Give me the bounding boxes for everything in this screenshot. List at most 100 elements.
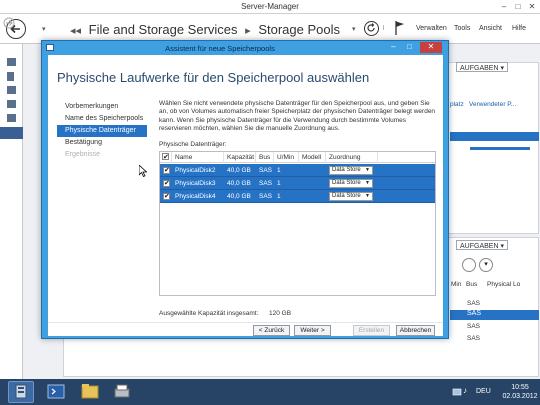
nav-step-preliminaries[interactable]: Vorbemerkungen [57,101,147,113]
clock-time: 10:55 [511,384,529,391]
taskbar-powershell-icon[interactable] [44,381,70,403]
notifications-flag-icon[interactable] [394,20,406,36]
disk-name: PhysicalDisk2 [175,167,216,174]
sidebar-local-server-icon[interactable] [7,72,14,81]
column-header-rpm[interactable]: Min [451,281,461,288]
wizard-titlebar: Assistent für neue Speicherpools – □ ✕ [42,41,448,55]
tasks-dropdown-bottom[interactable]: AUFGABEN ▾ [456,240,508,250]
disk-checkbox[interactable] [163,179,170,187]
next-button[interactable]: Weiter > [294,325,331,336]
nav-step-results: Ergebnisse [65,151,101,158]
breadcrumb-dropdown-icon[interactable]: ▾ [352,25,356,33]
wizard-description: Wählen Sie nicht verwendete physische Da… [159,100,436,133]
disk-checkbox[interactable] [163,166,170,174]
menu-ansicht[interactable]: Ansicht [479,25,502,32]
wizard-body: Physische Laufwerke für den Speicherpool… [48,55,443,336]
column-header-name[interactable]: Name [172,152,224,163]
filter-view-button[interactable] [462,258,476,272]
assignment-select[interactable]: Data Store ▼ [329,166,373,175]
disk-row-selected[interactable]: SAS [450,310,539,320]
sidebar-all-servers-icon[interactable] [7,86,16,94]
cancel-button[interactable]: Abbrechen [396,325,435,336]
disk-rpm: 1 [277,193,281,200]
column-header-assignment[interactable]: Zuordnung [326,152,378,163]
table-header: Name Kapazität Bus U/Min Modell Zuordnun… [160,152,435,163]
menu-verwalten[interactable]: Verwalten [416,25,447,32]
column-header-used[interactable]: Verwendeter P... [469,101,516,108]
column-header-space[interactable]: platz [450,101,464,108]
taskbar-printer-icon[interactable] [110,381,136,403]
close-button[interactable]: ✕ [525,1,539,12]
nav-step-confirmation[interactable]: Bestätigung [57,137,147,149]
clock[interactable]: 10:55 02.03.2012 [500,383,540,401]
back-button[interactable]: < Zurück [253,325,290,336]
sidebar [0,44,23,379]
column-header-bus[interactable]: Bus [256,152,274,163]
volume-icon[interactable]: ♪ [463,386,473,396]
column-header-rpm[interactable]: U/Min [274,152,299,163]
disk-checkbox[interactable] [163,192,170,200]
breadcrumb-prefix-icon: ◂◂ [70,25,82,37]
clock-date: 02.03.2012 [502,393,538,400]
menu-tools[interactable]: Tools [454,25,470,32]
options-dropdown-button[interactable]: ▾ [479,258,493,272]
history-dropdown-icon[interactable]: ▾ [42,25,46,33]
chevron-down-icon: ▾ [500,65,504,72]
disk-capacity: 40,0 GB [227,193,251,200]
network-icon[interactable] [452,387,462,397]
sidebar-file-services-icon[interactable] [7,100,16,108]
sidebar-dashboard-icon[interactable] [7,58,16,66]
disk-model [299,164,302,177]
selected-pool-row[interactable] [450,132,539,141]
language-indicator[interactable]: DEU [476,388,491,395]
assignment-value: Data Store [332,180,361,186]
assignment-value: Data Store [332,167,361,173]
sidebar-storage-pools-icon[interactable] [0,127,23,139]
disk-model [299,177,302,190]
taskbar-server-manager-icon[interactable] [8,381,34,403]
minimize-button[interactable]: – [497,1,511,12]
disk-bus: SAS [259,180,273,187]
breadcrumb-file-storage[interactable]: File and Storage Services [89,22,238,37]
separator-bar: | [383,25,385,31]
disk-capacity: 40,0 GB [227,167,251,174]
forward-button[interactable] [0,14,15,29]
select-all-column[interactable] [160,152,172,163]
breadcrumb-storage-pools[interactable]: Storage Pools [258,22,340,37]
nav-step-pool-name[interactable]: Name des Speicherpools [57,113,147,125]
bus-value: SAS [467,335,481,342]
sidebar-storage-icon[interactable] [7,114,16,122]
taskbar-explorer-icon[interactable] [78,381,104,403]
menu-hilfe[interactable]: Hilfe [512,25,526,32]
column-header-capacity[interactable]: Kapazität [224,152,256,163]
taskbar: ♪ DEU 10:55 02.03.2012 [0,379,540,405]
chevron-down-icon: ▼ [365,193,370,199]
column-header-model[interactable]: Modell [299,152,326,163]
select-all-checkbox[interactable] [162,152,169,163]
refresh-button[interactable] [364,21,379,36]
assignment-select[interactable]: Data Store ▼ [329,179,373,188]
nav-step-physical-disks[interactable]: Physische Datenträger [57,125,147,137]
disk-bus: SAS [259,193,273,200]
table-row[interactable]: PhysicalDisk4 40,0 GB SAS 1 Data Store ▼ [160,190,435,203]
maximize-button[interactable]: □ [511,1,525,12]
table-row[interactable]: PhysicalDisk3 40,0 GB SAS 1 Data Store ▼ [160,177,435,190]
disk-capacity: 40,0 GB [227,180,251,187]
forward-arrow-icon [3,17,15,29]
wizard-close-button[interactable]: ✕ [420,42,442,53]
bus-value: SAS [467,310,482,317]
disk-rpm: 1 [277,167,281,174]
column-header-physical-location[interactable]: Physical Lo [487,281,520,288]
chevron-down-icon: ▼ [365,167,370,173]
total-capacity-value: 120 GB [269,310,292,317]
disk-rpm: 1 [277,180,281,187]
column-header-bus[interactable]: Bus [466,281,477,288]
tasks-label: AUFGABEN [460,243,499,250]
tasks-dropdown-top[interactable]: AUFGABEN ▾ [456,62,508,72]
wizard-minimize-button[interactable]: – [386,42,401,53]
assignment-select[interactable]: Data Store ▼ [329,192,373,201]
refresh-icon [367,23,375,32]
wizard-maximize-button[interactable]: □ [402,42,417,53]
new-storage-pool-wizard: Assistent für neue Speicherpools – □ ✕ P… [41,40,449,339]
table-row[interactable]: PhysicalDisk2 40,0 GB SAS 1 Data Store ▼ [160,164,435,177]
